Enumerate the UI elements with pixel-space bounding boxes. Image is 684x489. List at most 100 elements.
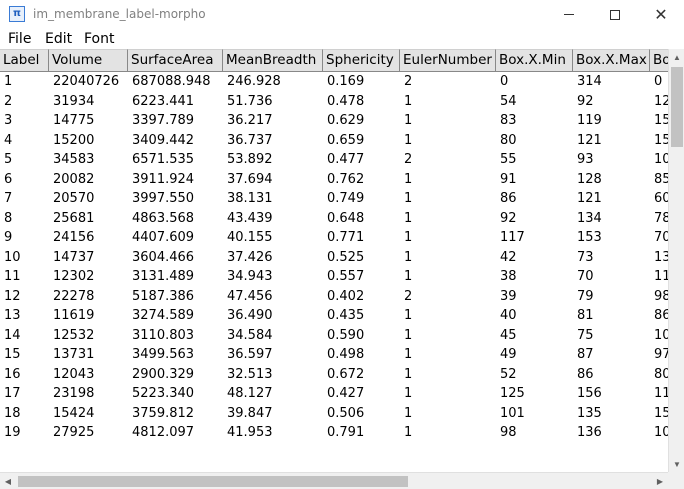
- horizontal-scrollbar[interactable]: ◀ ▶: [0, 472, 668, 489]
- menu-file[interactable]: File: [8, 31, 31, 47]
- column-header[interactable]: Sphericity: [323, 49, 400, 72]
- table-cell: 55: [500, 152, 517, 167]
- table-row[interactable]: 6 20082 3911.924 37.694 0.762 1 91 128 85: [0, 170, 668, 190]
- table-cell: 4863.568: [132, 210, 195, 226]
- minimize-button[interactable]: [546, 0, 592, 29]
- table-cell: 79: [577, 288, 594, 304]
- table-row[interactable]: 1 22040726 687088.948 246.928 0.169 2 0 314 0: [0, 72, 668, 92]
- table-cell: 0.749: [327, 191, 365, 206]
- table-cell: 14775: [53, 113, 95, 128]
- table-cell: 1: [404, 308, 413, 323]
- scroll-right-icon[interactable]: ▶: [652, 473, 668, 489]
- table-cell: 98: [500, 425, 517, 440]
- table-cell: 17: [4, 386, 21, 401]
- table-cell: 39.847: [227, 405, 273, 421]
- table-cell: 51.736: [227, 93, 273, 109]
- table-cell: 11619: [53, 308, 95, 323]
- table-cell: 75: [577, 327, 594, 343]
- table-row[interactable]: 14 12532 3110.803 34.584 0.590 1 45 75 10: [0, 326, 668, 346]
- table-cell: 1: [404, 366, 413, 382]
- column-header[interactable]: Label: [0, 49, 49, 72]
- table-cell: 5223.340: [132, 386, 195, 401]
- table-cell: 12302: [53, 269, 95, 284]
- table-cell: 48.127: [227, 386, 273, 401]
- table-row[interactable]: 8 25681 4863.568 43.439 0.648 1 92 134 78: [0, 209, 668, 229]
- maximize-icon: [610, 9, 620, 20]
- table-cell: 12043: [53, 366, 95, 382]
- table-cell: 85: [654, 171, 668, 187]
- column-header[interactable]: EulerNumber: [400, 49, 496, 72]
- table-cell: 10: [654, 152, 668, 167]
- table-row[interactable]: 12 22278 5187.386 47.456 0.402 2 39 79 98: [0, 287, 668, 307]
- table-cell: 20570: [53, 191, 95, 206]
- table-cell: 14: [4, 327, 21, 343]
- table-cell: 11: [654, 269, 668, 284]
- table-cell: 11: [654, 386, 668, 401]
- table-cell: 3110.803: [132, 327, 195, 343]
- table-cell: 134: [577, 210, 602, 226]
- table-cell: 43.439: [227, 210, 273, 226]
- close-button[interactable]: ✕: [638, 0, 684, 29]
- horizontal-scroll-thumb[interactable]: [18, 476, 408, 487]
- table-cell: 45: [500, 327, 517, 343]
- table-cell: 3409.442: [132, 132, 195, 148]
- table-cell: 23198: [53, 386, 95, 401]
- table-cell: 52: [500, 366, 517, 382]
- column-header[interactable]: Volume: [49, 49, 128, 72]
- results-table[interactable]: Label Volume SurfaceArea MeanBreadth Spheric…: [0, 49, 668, 472]
- table-cell: 0.427: [327, 386, 365, 401]
- table-cell: 0.648: [327, 210, 365, 226]
- table-cell: 80: [500, 132, 517, 148]
- table-row[interactable]: 13 11619 3274.589 36.490 0.435 1 40 81 86: [0, 306, 668, 326]
- table-row[interactable]: 7 20570 3997.550 38.131 0.749 1 86 121 60: [0, 189, 668, 209]
- table-cell: 3997.550: [132, 191, 195, 206]
- table-cell: 34.943: [227, 269, 273, 284]
- table-cell: 10: [4, 249, 21, 265]
- table-row[interactable]: 10 14737 3604.466 37.426 0.525 1 42 73 13: [0, 248, 668, 268]
- table-cell: 687088.948: [132, 74, 211, 89]
- table-cell: 36.737: [227, 132, 273, 148]
- table-row[interactable]: 19 27925 4812.097 41.953 0.791 1 98 136 10: [0, 423, 668, 443]
- table-cell: 6571.535: [132, 152, 195, 167]
- column-header[interactable]: SurfaceArea: [128, 49, 223, 72]
- table-cell: 125: [500, 386, 525, 401]
- table-row[interactable]: 5 34583 6571.535 53.892 0.477 2 55 93 10: [0, 150, 668, 170]
- table-cell: 0.557: [327, 269, 365, 284]
- column-header[interactable]: Box.X.Max: [573, 49, 650, 72]
- table-cell: 156: [577, 386, 602, 401]
- table-cell: 98: [654, 288, 668, 304]
- table-cell: 0.477: [327, 152, 365, 167]
- table-header: Label Volume SurfaceArea MeanBreadth Spheric…: [0, 49, 668, 72]
- table-row[interactable]: 16 12043 2900.329 32.513 0.672 1 52 86 80: [0, 365, 668, 385]
- table-row[interactable]: 3 14775 3397.789 36.217 0.629 1 83 119 15: [0, 111, 668, 131]
- scroll-up-icon[interactable]: ▲: [669, 49, 684, 65]
- scroll-left-icon[interactable]: ◀: [0, 473, 16, 489]
- table-cell: 87: [577, 347, 594, 362]
- window-title: im_membrane_label-morpho: [33, 7, 206, 21]
- menu-font[interactable]: Font: [84, 31, 114, 47]
- table-cell: 93: [577, 152, 594, 167]
- column-header[interactable]: Bo: [650, 49, 668, 72]
- table-cell: 3131.489: [132, 269, 195, 284]
- table-cell: 3759.812: [132, 405, 195, 421]
- vertical-scroll-thumb[interactable]: [671, 67, 683, 147]
- column-header[interactable]: MeanBreadth: [223, 49, 323, 72]
- table-row[interactable]: 15 13731 3499.563 36.597 0.498 1 49 87 97: [0, 345, 668, 365]
- vertical-scrollbar[interactable]: ▲ ▼: [668, 49, 684, 472]
- table-row[interactable]: 11 12302 3131.489 34.943 0.557 1 38 70 11: [0, 267, 668, 287]
- table-cell: 15424: [53, 405, 95, 421]
- menu-edit[interactable]: Edit: [45, 31, 72, 47]
- table-cell: 1: [404, 269, 413, 284]
- table-row[interactable]: 17 23198 5223.340 48.127 0.427 1 125 156 11: [0, 384, 668, 404]
- table-cell: 3499.563: [132, 347, 195, 362]
- table-row[interactable]: 2 31934 6223.441 51.736 0.478 1 54 92 12: [0, 92, 668, 112]
- table-cell: 39: [500, 288, 517, 304]
- table-row[interactable]: 4 15200 3409.442 36.737 0.659 1 80 121 15: [0, 131, 668, 151]
- maximize-button[interactable]: [592, 0, 638, 29]
- table-cell: 53.892: [227, 152, 273, 167]
- scroll-down-icon[interactable]: ▼: [669, 456, 684, 472]
- table-row[interactable]: 9 24156 4407.609 40.155 0.771 1 117 153 70: [0, 228, 668, 248]
- column-header[interactable]: Box.X.Min: [496, 49, 573, 72]
- image-j-icon: π: [9, 6, 25, 22]
- table-row[interactable]: 18 15424 3759.812 39.847 0.506 1 101 135 15: [0, 404, 668, 424]
